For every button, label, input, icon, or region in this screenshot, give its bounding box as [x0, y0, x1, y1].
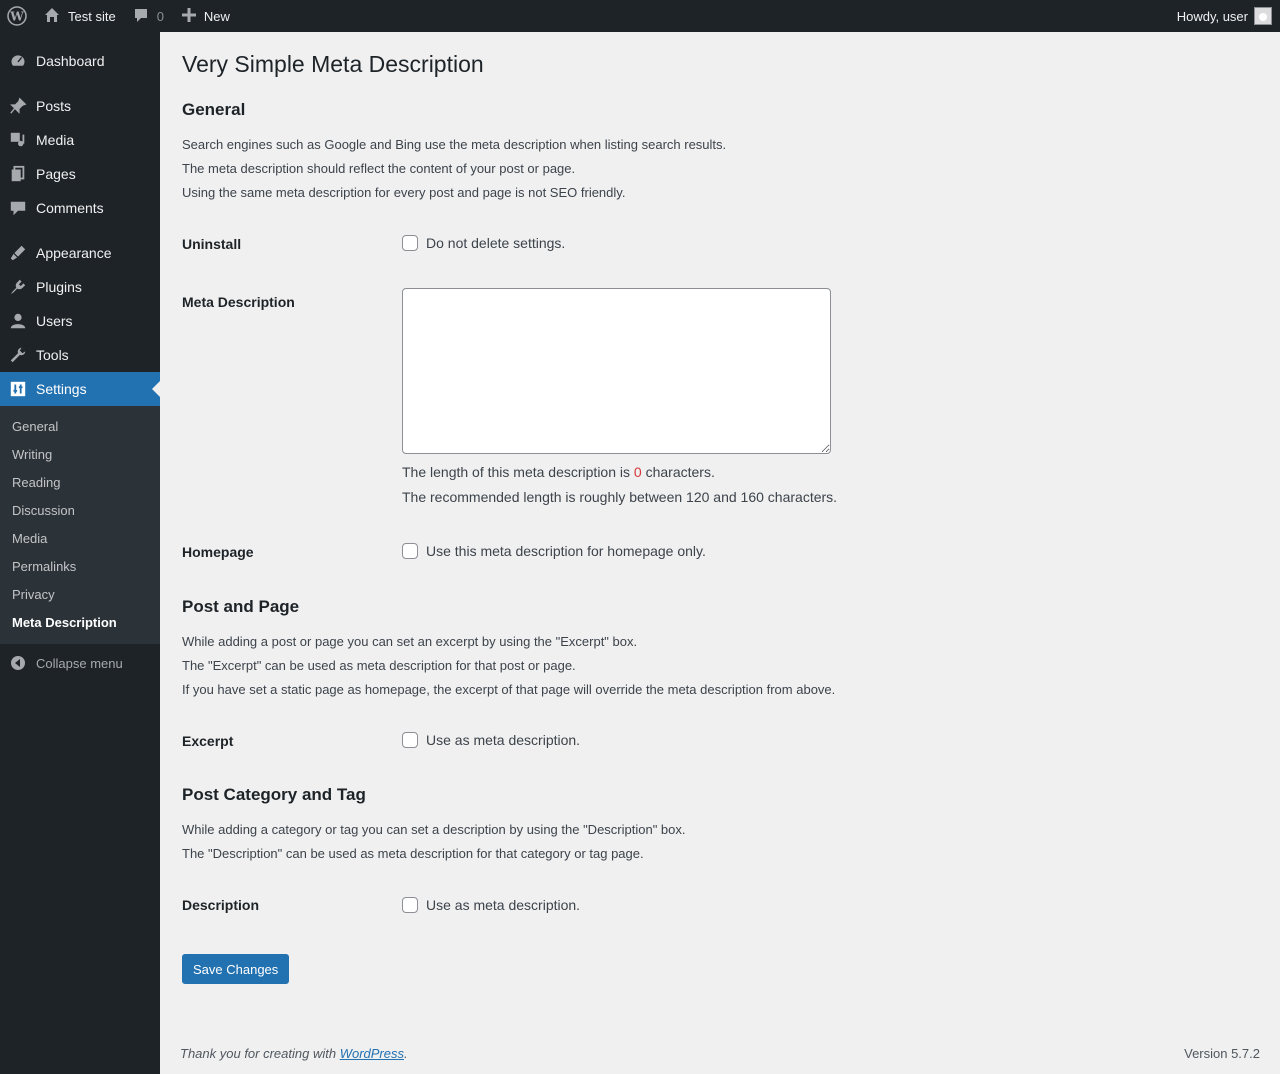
submenu-item-privacy[interactable]: Privacy [12, 587, 55, 602]
excerpt-label: Excerpt [182, 733, 234, 749]
post-page-desc-line: While adding a post or page you can set … [182, 634, 638, 649]
category-tag-desc-line: While adding a category or tag you can s… [182, 822, 686, 837]
length-text: The length of this meta description is 0… [402, 464, 715, 480]
brush-icon [0, 244, 36, 262]
footer-thanks-suffix: . [404, 1046, 408, 1061]
length-count: 0 [633, 464, 642, 480]
pin-icon [0, 97, 36, 115]
submenu-item-reading[interactable]: Reading [12, 475, 60, 490]
description-checkbox[interactable] [402, 897, 418, 913]
new-label: New [203, 8, 230, 24]
admin-sidebar: Dashboard Posts Media Pages Comments App… [0, 32, 160, 1074]
pages-icon [0, 165, 36, 183]
footer-version: Version 5.7.2 [1184, 1046, 1260, 1061]
plus-icon [181, 7, 196, 25]
uninstall-option[interactable]: Do not delete settings. [402, 235, 565, 251]
sidebar-item-appearance[interactable]: Appearance [0, 236, 160, 270]
submenu-item-general[interactable]: General [12, 419, 58, 434]
description-label: Description [182, 897, 260, 913]
description-option[interactable]: Use as meta description. [402, 897, 580, 913]
settings-icon [0, 380, 36, 398]
wordpress-logo-icon[interactable]: W [0, 0, 34, 32]
sidebar-item-settings[interactable]: Settings [0, 372, 160, 406]
my-account[interactable]: Howdy, user [1177, 0, 1272, 32]
general-desc-line: Search engines such as Google and Bing u… [182, 137, 727, 152]
home-icon [44, 7, 60, 26]
save-changes-button[interactable]: Save Changes [182, 954, 290, 984]
general-desc-line: Using the same meta description for ever… [182, 185, 626, 200]
section-heading-general: General [182, 100, 246, 119]
sidebar-item-media[interactable]: Media [0, 123, 160, 157]
excerpt-option-label: Use as meta description. [426, 732, 581, 748]
sidebar-item-label: Plugins [36, 279, 82, 295]
sidebar-item-label: Pages [36, 166, 76, 182]
submenu-item-permalinks[interactable]: Permalinks [12, 559, 76, 574]
user-icon [0, 312, 36, 330]
excerpt-option[interactable]: Use as meta description. [402, 732, 580, 748]
sidebar-item-comments[interactable]: Comments [0, 191, 160, 225]
sidebar-item-pages[interactable]: Pages [0, 157, 160, 191]
sidebar-item-label: Posts [36, 98, 72, 114]
sidebar-item-users[interactable]: Users [0, 304, 160, 338]
submenu-item-meta-description[interactable]: Meta Description [12, 615, 117, 630]
collapse-menu-label: Collapse menu [36, 655, 123, 671]
media-icon [0, 131, 36, 149]
homepage-checkbox[interactable] [402, 543, 418, 559]
collapse-menu-button[interactable]: Collapse menu [0, 648, 160, 678]
comment-icon [133, 7, 149, 26]
section-heading-category-tag: Post Category and Tag [182, 785, 366, 804]
comments-link[interactable]: 0 [133, 0, 164, 32]
comments-count: 0 [156, 8, 164, 24]
site-name-link[interactable]: Test site [34, 0, 116, 32]
wrench-icon [0, 346, 36, 364]
homepage-option[interactable]: Use this meta description for homepage o… [402, 543, 706, 559]
sidebar-item-label: Users [36, 313, 73, 329]
wordpress-link[interactable]: WordPress [340, 1046, 404, 1061]
recommended-length-text: The recommended length is roughly betwee… [402, 489, 838, 505]
length-prefix: The length of this meta description is [402, 464, 634, 480]
post-page-desc-line: If you have set a static page as homepag… [182, 682, 836, 697]
category-tag-desc-line: The "Description" can be used as meta de… [182, 846, 644, 861]
plug-icon [0, 278, 36, 296]
meta-description-textarea[interactable] [402, 288, 831, 454]
howdy-text: Howdy, user [1176, 8, 1248, 24]
excerpt-checkbox[interactable] [402, 732, 418, 748]
sidebar-item-label: Media [36, 132, 75, 148]
sidebar-item-plugins[interactable]: Plugins [0, 270, 160, 304]
sidebar-item-posts[interactable]: Posts [0, 89, 160, 123]
homepage-option-label: Use this meta description for homepage o… [426, 543, 706, 559]
length-suffix: characters. [641, 464, 715, 480]
description-option-label: Use as meta description. [426, 897, 581, 913]
sidebar-item-label: Dashboard [36, 53, 105, 69]
page-title: Very Simple Meta Description [182, 51, 484, 77]
dashboard-icon [0, 52, 36, 70]
sidebar-item-dashboard[interactable]: Dashboard [0, 44, 160, 78]
post-page-desc-line: The "Excerpt" can be used as meta descri… [182, 658, 576, 673]
homepage-label: Homepage [182, 544, 254, 560]
sidebar-item-label: Tools [36, 347, 69, 363]
avatar [1254, 7, 1272, 25]
meta-description-label: Meta Description [182, 294, 295, 310]
sidebar-item-label: Settings [36, 381, 87, 397]
site-name: Test site [68, 8, 116, 24]
uninstall-label: Uninstall [182, 236, 242, 252]
sidebar-item-label: Comments [36, 200, 104, 216]
footer-thanks: Thank you for creating with WordPress. [180, 1046, 408, 1061]
submenu-item-media[interactable]: Media [12, 531, 47, 546]
general-desc-line: The meta description should reflect the … [182, 161, 576, 176]
comment-icon [0, 199, 36, 217]
admin-bar: W Test site 0 New Howdy, user [0, 0, 1280, 32]
section-heading-post-page: Post and Page [182, 597, 300, 616]
new-content-link[interactable]: New [181, 0, 230, 32]
submenu-item-discussion[interactable]: Discussion [12, 503, 75, 518]
sidebar-item-tools[interactable]: Tools [0, 338, 160, 372]
collapse-arrow-icon [0, 655, 36, 671]
footer-thanks-prefix: Thank you for creating with [180, 1046, 340, 1061]
sidebar-item-label: Appearance [36, 245, 112, 261]
settings-submenu: General Writing Reading Discussion Media… [0, 406, 160, 644]
uninstall-option-label: Do not delete settings. [426, 235, 566, 251]
uninstall-checkbox[interactable] [402, 235, 418, 251]
svg-text:W: W [9, 10, 24, 24]
submenu-item-writing[interactable]: Writing [12, 447, 52, 462]
